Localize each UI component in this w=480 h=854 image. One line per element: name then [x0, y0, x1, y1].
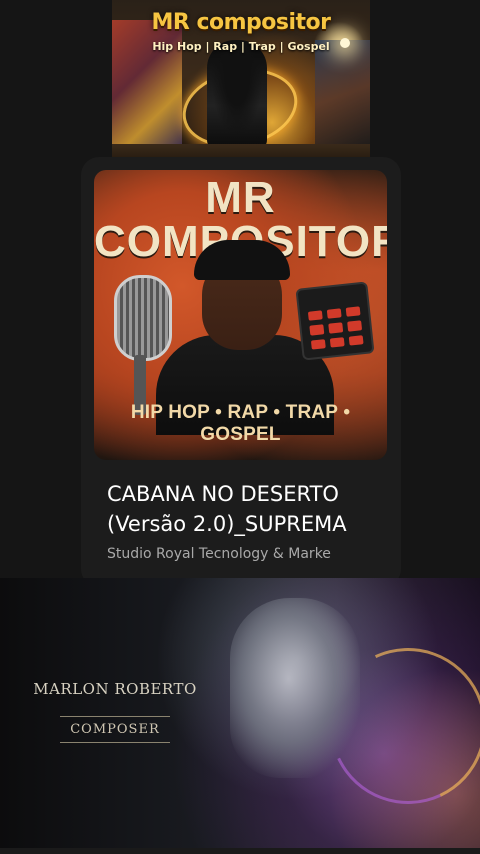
song-title[interactable]: CABANA NO DESERTO (Versão 2.0)_SUPREMA — [107, 479, 397, 539]
dancer-figure — [207, 40, 267, 150]
composer-role: COMPOSER — [70, 722, 160, 737]
top-banner-subtitle: Hip Hop | Rap | Trap | Gospel — [152, 40, 330, 53]
album-cover[interactable]: MR COMPOSITOR HIP HOP • RAP • TRAP • GOS… — [94, 170, 387, 460]
divider-top — [60, 716, 170, 717]
artist-cap — [194, 240, 290, 280]
cover-genre-tags: HIP HOP • RAP • TRAP • GOSPEL — [130, 402, 351, 445]
song-artist[interactable]: Studio Royal Tecnology & Marke — [107, 546, 387, 562]
drum-machine-icon — [295, 281, 375, 361]
top-banner-title: MR compositor — [151, 10, 331, 35]
composer-name: MARLON ROBERTO — [33, 680, 197, 698]
microphone-icon — [114, 275, 172, 361]
cover-title-line1: MR — [205, 173, 276, 222]
top-banner-image[interactable]: MR compositor Hip Hop | Rap | Trap | Gos… — [112, 0, 370, 170]
song-title-line1: CABANA NO DESERTO — [107, 482, 339, 506]
bottom-banner-image[interactable]: MARLON ROBERTO COMPOSER — [0, 578, 480, 848]
bottom-strip — [0, 848, 480, 854]
divider-bottom — [60, 742, 170, 743]
song-title-line2: (Versão 2.0)_SUPREMA — [107, 512, 347, 536]
brick-wall — [315, 40, 370, 150]
